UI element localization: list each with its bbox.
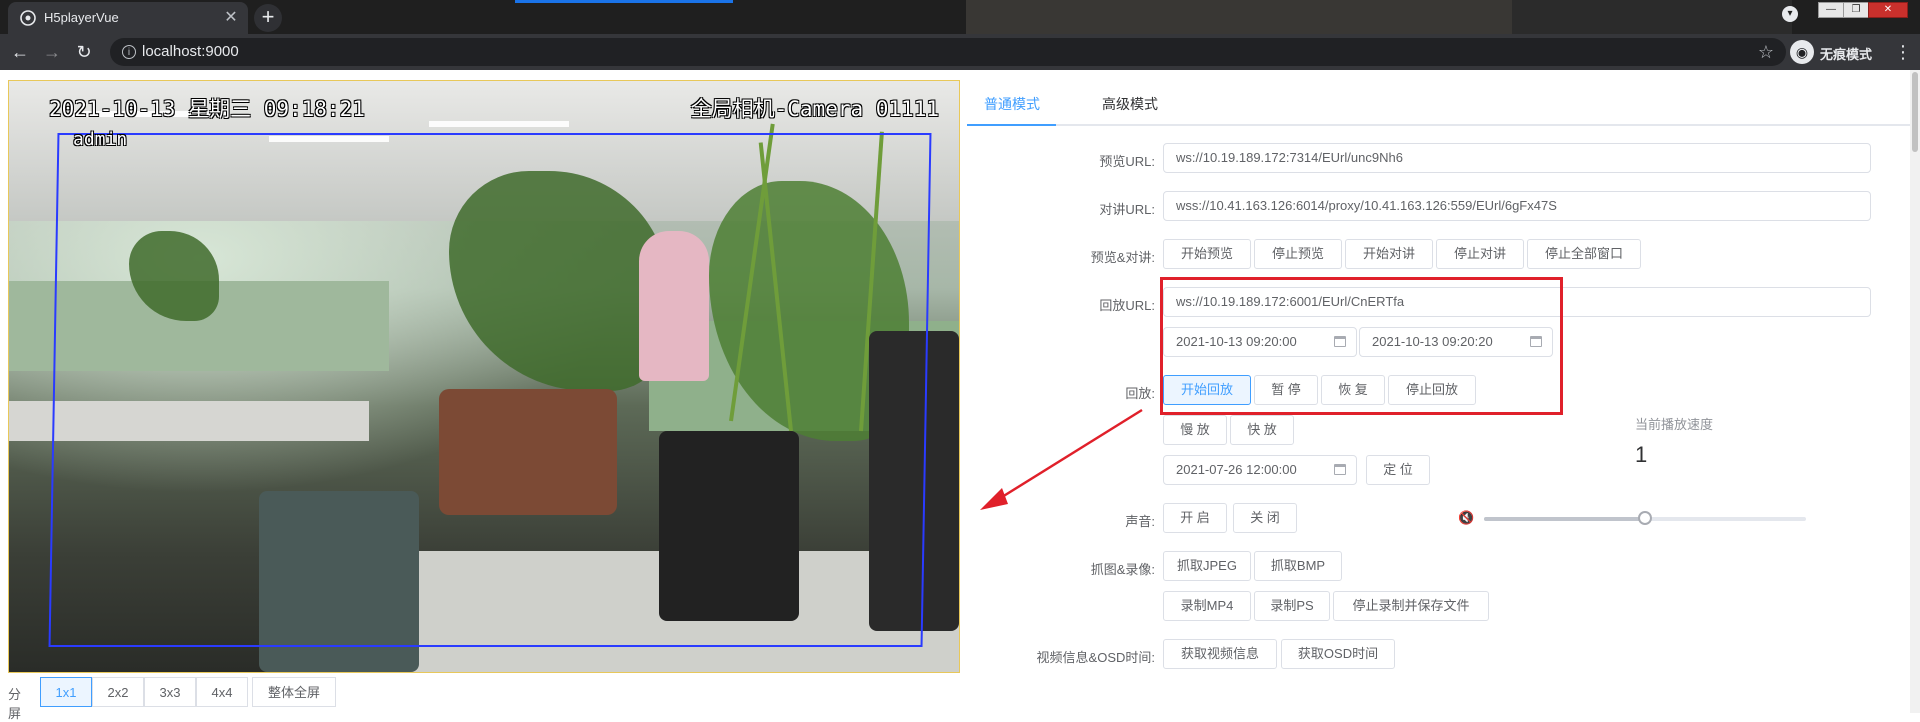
incognito-indicator[interactable]: ◉ 无痕模式 — [1790, 38, 1892, 66]
playback-label: 回放: — [1125, 386, 1155, 401]
star-icon[interactable]: ☆ — [1758, 42, 1774, 62]
volume-slider-knob[interactable] — [1638, 511, 1652, 525]
osd-user: admin — [73, 129, 128, 150]
volume-slider[interactable] — [1484, 511, 1806, 525]
fast-play-button[interactable]: 快 放 — [1230, 415, 1294, 445]
window-highlight-bar — [515, 0, 733, 3]
tab-normal-mode[interactable]: 普通模式 — [984, 94, 1040, 114]
incognito-label: 无痕模式 — [1820, 47, 1873, 62]
seek-button[interactable]: 定 位 — [1366, 455, 1430, 485]
address-bar[interactable]: i localhost:9000 ☆ — [110, 38, 1786, 66]
osd-camera-name: 全局相机-Camera 01111 — [690, 97, 939, 121]
capture-jpeg-button[interactable]: 抓取JPEG — [1163, 551, 1251, 581]
talk-url-input[interactable]: wss://10.41.163.126:6014/proxy/10.41.163… — [1163, 191, 1871, 221]
tab-close-icon[interactable]: ✕ — [222, 9, 240, 27]
minimize-button[interactable]: — — [1818, 2, 1844, 18]
annotation-arrow — [980, 408, 1143, 510]
preview-url-label: 预览URL: — [1099, 154, 1155, 169]
page-scrollbar[interactable] — [1910, 70, 1920, 713]
split-1x1-button[interactable]: 1x1 — [40, 677, 92, 707]
scrollbar-thumb[interactable] — [1912, 72, 1918, 152]
tab-search-icon[interactable]: ▾ — [1782, 6, 1798, 22]
active-tab-indicator — [967, 124, 1056, 126]
playback-speed-value: 1 — [1635, 442, 1648, 467]
tab-advanced-mode[interactable]: 高级模式 — [1102, 94, 1158, 114]
get-video-info-button[interactable]: 获取视频信息 — [1163, 639, 1277, 669]
record-mp4-button[interactable]: 录制MP4 — [1163, 591, 1251, 621]
video-player[interactable]: 2021-10-13 星期三 09:18:21 admin 全局相机-Camer… — [8, 80, 960, 673]
new-tab-button[interactable]: + — [254, 4, 282, 32]
preview-talk-label: 预览&对讲: — [1090, 250, 1155, 265]
seek-time-value: 2021-07-26 12:00:00 — [1176, 462, 1297, 477]
video-info-osd-label: 视频信息&OSD时间: — [1036, 650, 1155, 665]
tab-title: H5playerVue — [44, 10, 119, 25]
split-label: 分屏 — [8, 687, 22, 721]
browser-titlebar: H5playerVue ✕ + ▾ — ❐ ✕ — [0, 0, 1920, 34]
sound-label: 声音: — [1125, 514, 1155, 529]
seek-time-picker[interactable]: 2021-07-26 12:00:00 — [1163, 455, 1357, 485]
close-window-button[interactable]: ✕ — [1868, 2, 1908, 18]
annotation-highlight-box — [1160, 277, 1563, 415]
reload-icon[interactable]: ↻ — [72, 40, 96, 64]
mode-tabs: 普通模式 高级模式 — [967, 84, 1910, 126]
address-url[interactable]: localhost:9000 — [142, 44, 239, 60]
capture-record-label: 抓图&录像: — [1090, 562, 1155, 577]
stop-record-save-button[interactable]: 停止录制并保存文件 — [1333, 591, 1489, 621]
start-talk-button[interactable]: 开始对讲 — [1345, 239, 1433, 269]
record-ps-button[interactable]: 录制PS — [1254, 591, 1330, 621]
browser-favicon — [20, 10, 36, 26]
back-arrow-icon[interactable]: ← — [8, 40, 32, 64]
start-preview-button[interactable]: 开始预览 — [1163, 239, 1251, 269]
detection-region-box — [48, 133, 932, 647]
split-3x3-button[interactable]: 3x3 — [144, 677, 196, 707]
forward-arrow-icon[interactable]: → — [40, 40, 64, 64]
browser-toolbar: ← → ↻ i localhost:9000 ☆ ◉ 无痕模式 ⋮ — [0, 34, 1920, 70]
slow-play-button[interactable]: 慢 放 — [1163, 415, 1227, 445]
split-2x2-button[interactable]: 2x2 — [92, 677, 144, 707]
sound-off-button[interactable]: 关 闭 — [1233, 503, 1297, 533]
sound-on-button[interactable]: 开 启 — [1163, 503, 1227, 533]
stop-all-windows-button[interactable]: 停止全部窗口 — [1527, 239, 1641, 269]
kebab-menu-icon[interactable]: ⋮ — [1894, 40, 1912, 64]
stop-talk-button[interactable]: 停止对讲 — [1436, 239, 1524, 269]
background-window — [966, 0, 1512, 34]
mute-icon[interactable]: 🔇 — [1458, 510, 1474, 526]
playback-url-label: 回放URL: — [1099, 298, 1155, 313]
browser-tab[interactable]: H5playerVue ✕ — [8, 2, 248, 34]
calendar-icon — [1334, 464, 1346, 475]
talk-url-label: 对讲URL: — [1099, 202, 1155, 217]
get-osd-time-button[interactable]: 获取OSD时间 — [1281, 639, 1395, 669]
preview-url-input[interactable]: ws://10.19.189.172:7314/EUrl/unc9Nh6 — [1163, 143, 1871, 173]
video-scene-light — [429, 121, 569, 127]
incognito-icon: ◉ — [1790, 40, 1814, 64]
background-window-right — [1512, 0, 1792, 34]
osd-datetime: 2021-10-13 星期三 09:18:21 — [49, 97, 365, 121]
info-icon[interactable]: i — [122, 45, 136, 59]
capture-bmp-button[interactable]: 抓取BMP — [1254, 551, 1342, 581]
maximize-button[interactable]: ❐ — [1843, 2, 1869, 18]
fullscreen-all-button[interactable]: 整体全屏 — [252, 677, 336, 707]
stop-preview-button[interactable]: 停止预览 — [1254, 239, 1342, 269]
volume-slider-fill — [1484, 517, 1645, 521]
split-4x4-button[interactable]: 4x4 — [196, 677, 248, 707]
playback-speed-label: 当前播放速度 — [1635, 417, 1714, 432]
